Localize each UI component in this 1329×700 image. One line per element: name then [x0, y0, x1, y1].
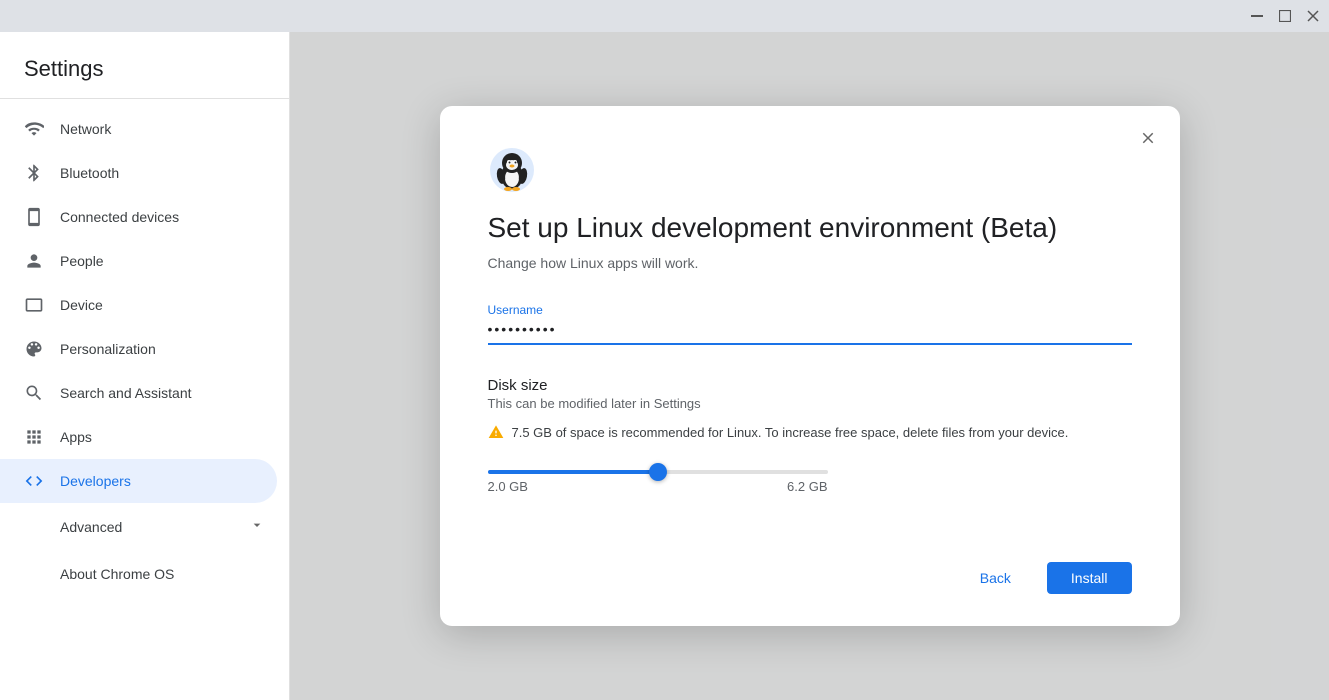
minimize-button[interactable]: [1249, 8, 1265, 24]
people-icon: [24, 251, 44, 271]
linux-penguin-icon: [488, 146, 536, 194]
sidebar-item-apps[interactable]: Apps: [0, 415, 277, 459]
sidebar-item-bluetooth[interactable]: Bluetooth: [0, 151, 277, 195]
maximize-button[interactable]: [1277, 8, 1293, 24]
slider-min-label: 2.0 GB: [488, 479, 528, 494]
disk-size-section: Disk size This can be modified later in …: [488, 377, 1132, 498]
sidebar-item-network-label: Network: [60, 121, 111, 137]
dialog-title: Set up Linux development environment (Be…: [488, 210, 1132, 246]
warning-text: 7.5 GB of space is recommended for Linux…: [512, 423, 1069, 443]
sidebar-item-personalization-label: Personalization: [60, 341, 156, 357]
sidebar-item-bluetooth-label: Bluetooth: [60, 165, 119, 181]
slider-container: 2.0 GB 6.2 GB: [488, 461, 1132, 494]
dialog-footer: Back Install: [488, 562, 1132, 594]
dialog-close-button[interactable]: [1132, 122, 1164, 154]
sidebar-item-network[interactable]: Network: [0, 107, 277, 151]
device-icon: [24, 295, 44, 315]
dialog-subtitle: Change how Linux apps will work.: [488, 255, 1132, 271]
settings-title: Settings: [0, 32, 289, 98]
sidebar-item-device[interactable]: Device: [0, 283, 277, 327]
sidebar-item-personalization[interactable]: Personalization: [0, 327, 277, 371]
slider-max-label: 6.2 GB: [787, 479, 827, 494]
sidebar-item-connected-devices-label: Connected devices: [60, 209, 179, 225]
about-icon: [24, 562, 44, 585]
dialog: Set up Linux development environment (Be…: [440, 106, 1180, 625]
wifi-icon: [24, 119, 44, 139]
sidebar-divider: [0, 98, 289, 99]
personalization-icon: [24, 339, 44, 359]
bluetooth-icon: [24, 163, 44, 183]
slider-labels: 2.0 GB 6.2 GB: [488, 479, 828, 494]
sidebar-item-device-label: Device: [60, 297, 103, 313]
developers-icon: [24, 471, 44, 491]
sidebar-item-connected-devices[interactable]: Connected devices: [0, 195, 277, 239]
advanced-icon: [24, 515, 44, 538]
advanced-label: Advanced: [60, 519, 122, 535]
install-button[interactable]: Install: [1047, 562, 1132, 594]
sidebar-item-advanced[interactable]: Advanced: [0, 503, 289, 550]
username-field-container: Username: [488, 303, 1132, 377]
sidebar-item-apps-label: Apps: [60, 429, 92, 445]
about-label: About Chrome OS: [60, 566, 174, 582]
app-body: Settings Network Bluetooth: [0, 32, 1329, 700]
sidebar-item-developers-label: Developers: [60, 473, 131, 489]
sidebar-item-developers[interactable]: Developers: [0, 459, 277, 503]
warning-row: 7.5 GB of space is recommended for Linux…: [488, 423, 1132, 445]
overlay: Set up Linux development environment (Be…: [290, 32, 1329, 700]
sidebar-item-people-label: People: [60, 253, 104, 269]
username-input[interactable]: [488, 321, 1132, 337]
warning-icon: [488, 424, 504, 445]
search-icon: [24, 383, 44, 403]
username-label: Username: [488, 303, 1132, 317]
disk-size-slider[interactable]: [488, 470, 828, 474]
sidebar-item-search-assistant[interactable]: Search and Assistant: [0, 371, 277, 415]
close-button[interactable]: [1305, 8, 1321, 24]
sidebar-item-people[interactable]: People: [0, 239, 277, 283]
sidebar-item-about[interactable]: About Chrome OS: [0, 550, 289, 597]
username-input-wrapper: [488, 321, 1132, 345]
sidebar: Settings Network Bluetooth: [0, 32, 290, 700]
disk-size-subtitle: This can be modified later in Settings: [488, 396, 1132, 411]
connected-devices-icon: [24, 207, 44, 227]
back-button[interactable]: Back: [956, 562, 1035, 594]
sidebar-item-search-assistant-label: Search and Assistant: [60, 385, 192, 401]
chevron-down-icon: [249, 517, 265, 536]
disk-size-title: Disk size: [488, 377, 1132, 394]
main-content: Set up Linux development environment (Be…: [290, 32, 1329, 700]
titlebar: [0, 0, 1329, 32]
apps-icon: [24, 427, 44, 447]
